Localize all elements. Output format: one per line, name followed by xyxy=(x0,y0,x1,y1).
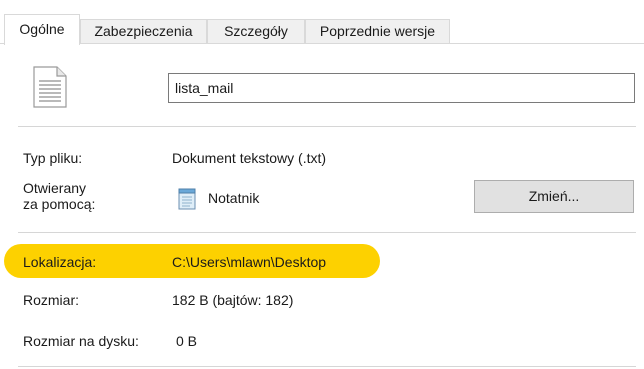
size-value: 182 B (bajtów: 182) xyxy=(172,292,294,308)
tab-previous-versions[interactable]: Poprzednie wersje xyxy=(305,19,450,43)
file-type-value: Dokument tekstowy (.txt) xyxy=(172,150,327,166)
size-on-disk-value: 0 B xyxy=(176,333,198,349)
location-label: Lokalizacja: xyxy=(23,254,97,270)
opens-with-label-line2: za pomocą: xyxy=(23,196,96,212)
tab-divider xyxy=(0,43,644,44)
divider xyxy=(18,126,636,127)
divider xyxy=(18,366,636,367)
opens-with-value: Notatnik xyxy=(208,190,260,206)
size-label: Rozmiar: xyxy=(23,292,80,308)
size-on-disk-label: Rozmiar na dysku: xyxy=(23,333,139,349)
tab-general[interactable]: Ogólne xyxy=(4,14,80,45)
file-type-label: Typ pliku: xyxy=(23,150,83,166)
tab-details[interactable]: Szczegóły xyxy=(207,19,305,43)
location-value: C:\Users\mlawn\Desktop xyxy=(172,254,327,270)
text-file-icon xyxy=(30,66,70,108)
divider xyxy=(18,232,636,233)
file-name-field[interactable]: lista_mail xyxy=(168,73,635,103)
change-button[interactable]: Zmień... xyxy=(474,180,634,213)
tab-strip: Ogólne Zabezpieczenia Szczegóły Poprzedn… xyxy=(0,0,644,45)
opens-with-label: Otwierany za pomocą: xyxy=(23,180,95,212)
tab-security[interactable]: Zabezpieczenia xyxy=(80,19,207,43)
opens-with-label-line1: Otwierany xyxy=(23,180,87,196)
notepad-icon xyxy=(176,188,198,210)
